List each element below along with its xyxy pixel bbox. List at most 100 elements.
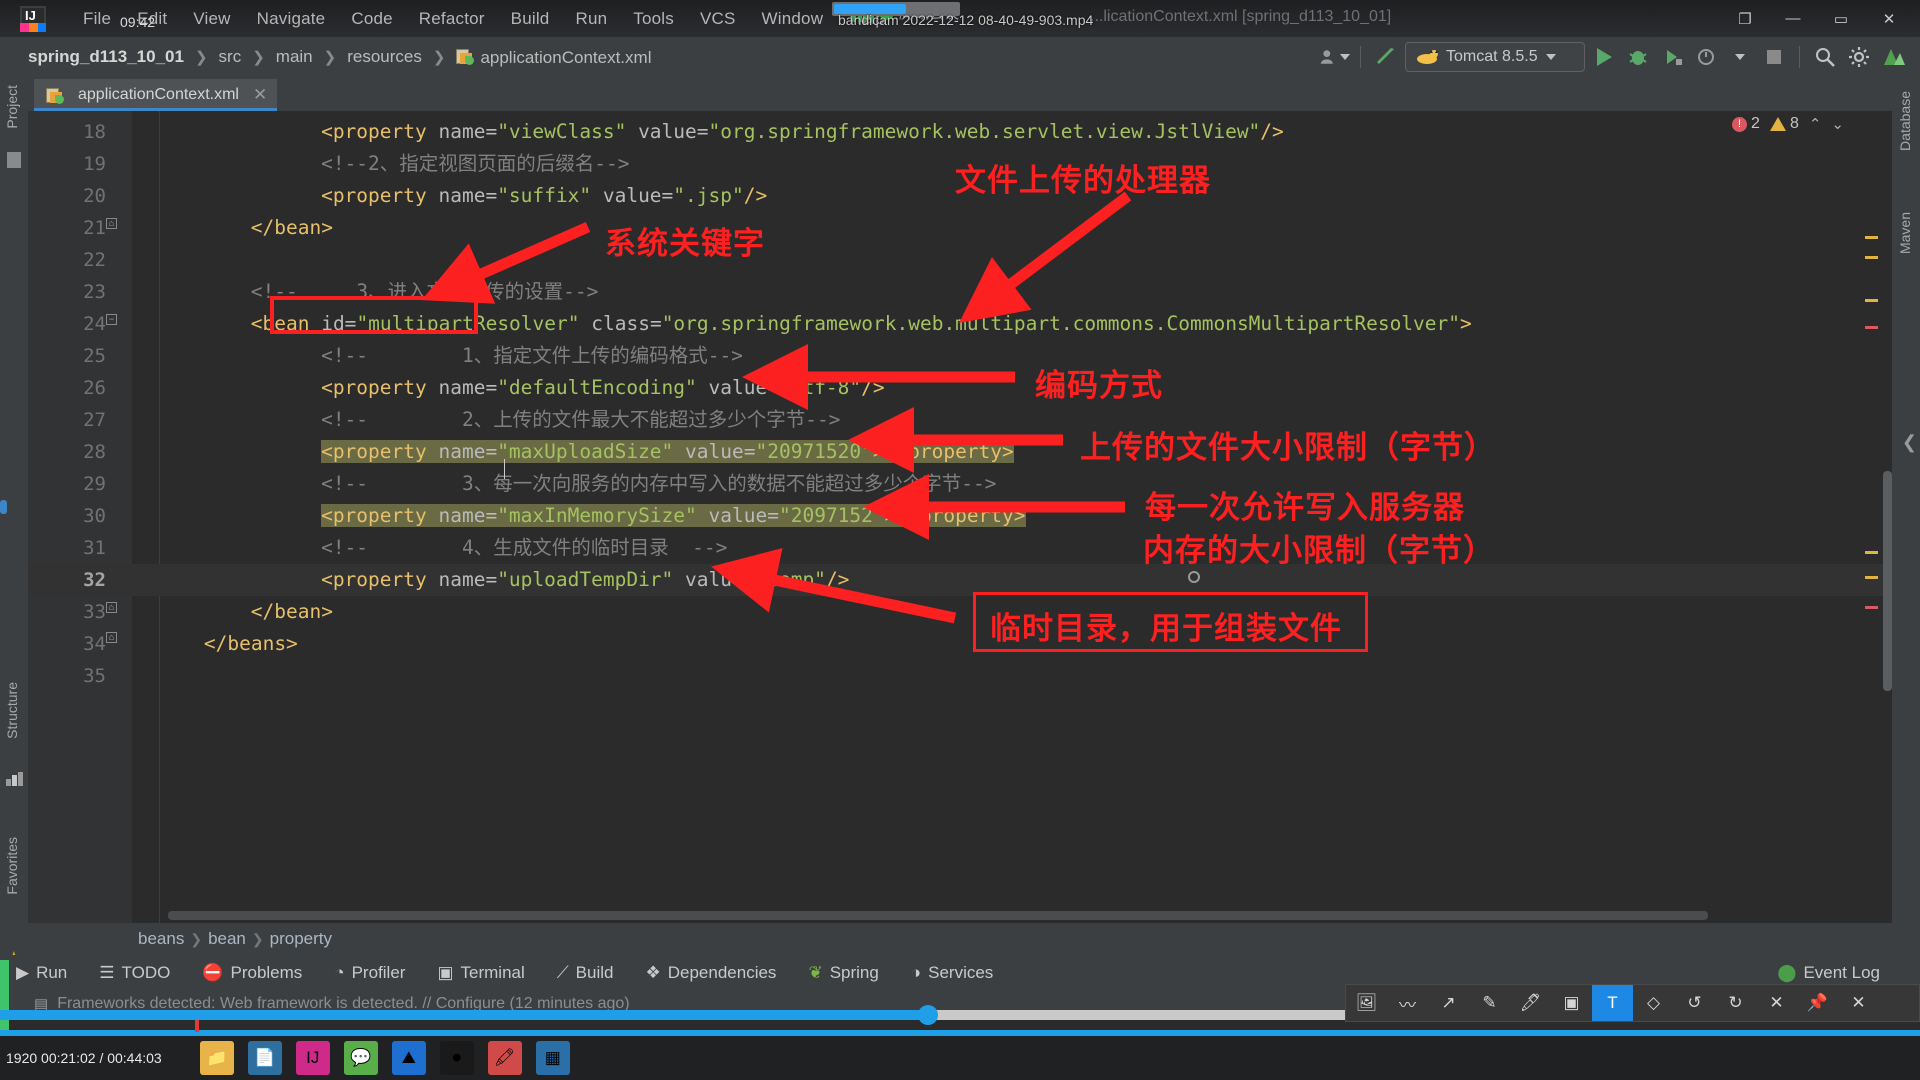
gear-icon[interactable] (1844, 43, 1874, 71)
code-line[interactable]: <!--2、指定视图页面的后缀名--> (321, 148, 629, 180)
fold-marker-line34[interactable]: ⌂ (106, 632, 119, 645)
sidebar-item-database[interactable]: Database (1897, 91, 1913, 151)
tool-event-log[interactable]: ⬤ Event Log (1777, 963, 1920, 983)
debug-icon[interactable] (1623, 43, 1653, 71)
code-line[interactable]: <property name="uploadTempDir" value="te… (321, 564, 849, 596)
code-line[interactable]: </bean> (251, 596, 333, 628)
breadcrumb-file[interactable]: applicationContext.xml (452, 46, 655, 69)
restore-down-button[interactable]: ❐ (1722, 4, 1768, 34)
breadcrumb-main[interactable]: main (272, 46, 317, 68)
editor-icon[interactable]: ⛰ (391, 1041, 426, 1075)
menu-vcs[interactable]: VCS (687, 7, 749, 31)
text-tool-button[interactable]: T (1592, 985, 1633, 1021)
updates-icon[interactable] (1878, 43, 1908, 71)
sidebar-item-structure[interactable]: Structure (4, 682, 20, 739)
code-line[interactable]: <!-- 3、每一次向服务的内存中写入的数据不能超过多少个字节--> (321, 468, 996, 500)
tool-spring[interactable]: ❦ Spring (792, 963, 894, 983)
undo-tool-button[interactable]: ↺ (1674, 985, 1715, 1021)
bcrumb-property[interactable]: property (270, 929, 332, 949)
code-line[interactable]: <!-- 1、指定文件上传的编码格式--> (321, 340, 743, 372)
tool-build[interactable]: ⟋ Build (541, 963, 630, 983)
fold-marker-line33[interactable]: ⌂ (106, 602, 119, 615)
marker-bar[interactable] (1864, 111, 1878, 923)
close-toolbar-button[interactable]: ✕ (1838, 985, 1879, 1021)
menu-code[interactable]: Code (338, 7, 405, 31)
menu-run[interactable]: Run (562, 7, 620, 31)
close-icon[interactable]: ✕ (253, 85, 267, 105)
rect-tool-button[interactable]: ▣ (1551, 985, 1592, 1021)
tool-services[interactable]: ◑ Services (895, 963, 1009, 983)
menu-view[interactable]: View (180, 7, 243, 31)
minimize-button[interactable]: — (1770, 4, 1816, 34)
highlighter-tool-button[interactable]: 🖊 (1510, 985, 1551, 1021)
code-line[interactable]: </bean> (251, 212, 333, 244)
sidebar-item-favorites[interactable]: Favorites (4, 837, 20, 895)
warning-count[interactable]: 8 (1769, 115, 1799, 133)
code-line[interactable]: </beans> (204, 628, 298, 660)
code-line[interactable]: <!-- 4、生成文件的临时目录 --> (321, 532, 727, 564)
breadcrumb-project[interactable]: spring_d113_10_01 (24, 46, 188, 68)
code-line[interactable]: <property name="suffix" value=".jsp"/> (321, 180, 767, 212)
media-progress-knob[interactable] (918, 1005, 938, 1025)
structure-icon[interactable] (6, 772, 23, 791)
redo-tool-button[interactable]: ↻ (1715, 985, 1756, 1021)
run-configuration-selector[interactable]: Tomcat 8.5.5 (1405, 42, 1585, 72)
sidebar-item-maven[interactable]: Maven (1897, 212, 1913, 254)
code-line[interactable]: <property name="maxInMemorySize" value="… (321, 500, 1026, 532)
fold-marker-line21[interactable]: ⌂ (106, 218, 119, 231)
screenshot-tool-button[interactable]: 🖼 (1346, 985, 1387, 1021)
pin-tool-button[interactable]: 📌 (1797, 985, 1838, 1021)
hammer-icon[interactable] (1371, 43, 1401, 71)
fold-marker-line24[interactable]: − (106, 314, 119, 327)
inspection-widget[interactable]: ! 2 8 ⌃ ⌄ (1732, 115, 1844, 133)
tool-profiler[interactable]: ◔ Profiler (318, 963, 421, 983)
eraser-tool-button[interactable]: ◇ (1633, 985, 1674, 1021)
eraser-icon[interactable]: 🖍 (487, 1041, 522, 1075)
calc-icon[interactable]: ▦ (535, 1041, 570, 1075)
prev-problem-icon[interactable]: ⌃ (1809, 115, 1822, 133)
clear-tool-button[interactable]: ✕ (1756, 985, 1797, 1021)
code-editor[interactable]: 18 19 20 21 22 23 24 25 26 27 28 29 30 31 32 33 34 35 <pr… (28, 111, 1892, 923)
menu-refactor[interactable]: Refactor (406, 7, 498, 31)
code-line[interactable]: <property name="maxUploadSize" value="20… (321, 436, 1014, 468)
tool-dependencies[interactable]: ❖ Dependencies (629, 963, 792, 983)
tool-todo[interactable]: ☰ TODO (83, 963, 186, 983)
user-icon[interactable] (1320, 43, 1350, 71)
tool-terminal[interactable]: ▣ Terminal (421, 963, 540, 983)
arrow-tool-button[interactable]: ↗ (1428, 985, 1469, 1021)
folder-icon[interactable]: 📁 (199, 1041, 234, 1075)
menu-navigate[interactable]: Navigate (244, 7, 339, 31)
collapse-right-icon[interactable]: ❮ (1902, 432, 1917, 453)
tool-problems[interactable]: ⛔ Problems (186, 963, 318, 983)
code-line[interactable]: <!-- 2、上传的文件最大不能超过多少个字节--> (321, 404, 840, 436)
notepad-icon[interactable]: 📄 (247, 1041, 282, 1075)
close-button[interactable]: ✕ (1866, 4, 1912, 34)
bcrumb-bean[interactable]: bean (208, 929, 246, 949)
profile-icon[interactable] (1691, 43, 1721, 71)
bcrumb-beans[interactable]: beans (138, 929, 184, 949)
horizontal-scrollbar[interactable] (168, 911, 1708, 920)
menu-file[interactable]: File (70, 7, 124, 31)
error-count[interactable]: ! 2 (1732, 115, 1760, 133)
freeline-tool-button[interactable]: 〰 (1387, 985, 1428, 1021)
vertical-scrollbar[interactable] (1883, 471, 1892, 691)
run-icon[interactable] (1589, 43, 1619, 71)
code-line[interactable]: <property name="viewClass" value="org.sp… (321, 116, 1284, 148)
chevron-down-icon[interactable] (1725, 43, 1755, 71)
tab-applicationcontext-xml[interactable]: applicationContext.xml ✕ (34, 79, 278, 111)
menu-build[interactable]: Build (498, 7, 563, 31)
left-resize-handle[interactable] (0, 500, 7, 514)
record-icon[interactable]: ⏺ (439, 1041, 474, 1075)
tool-run[interactable]: ▶ Run (0, 963, 83, 983)
project-tree-icon[interactable] (7, 152, 21, 168)
stop-icon[interactable] (1759, 43, 1789, 71)
menu-window[interactable]: Window (749, 7, 837, 31)
maximize-button[interactable]: ▭ (1818, 4, 1864, 34)
breadcrumb-src[interactable]: src (215, 46, 246, 68)
sidebar-item-project[interactable]: Project (4, 85, 20, 129)
search-icon[interactable] (1810, 43, 1840, 71)
menu-tools[interactable]: Tools (620, 7, 687, 31)
idea-icon[interactable]: IJ (295, 1041, 330, 1075)
breadcrumb-resources[interactable]: resources (343, 46, 426, 68)
wechat-icon[interactable]: 💬 (343, 1041, 378, 1075)
